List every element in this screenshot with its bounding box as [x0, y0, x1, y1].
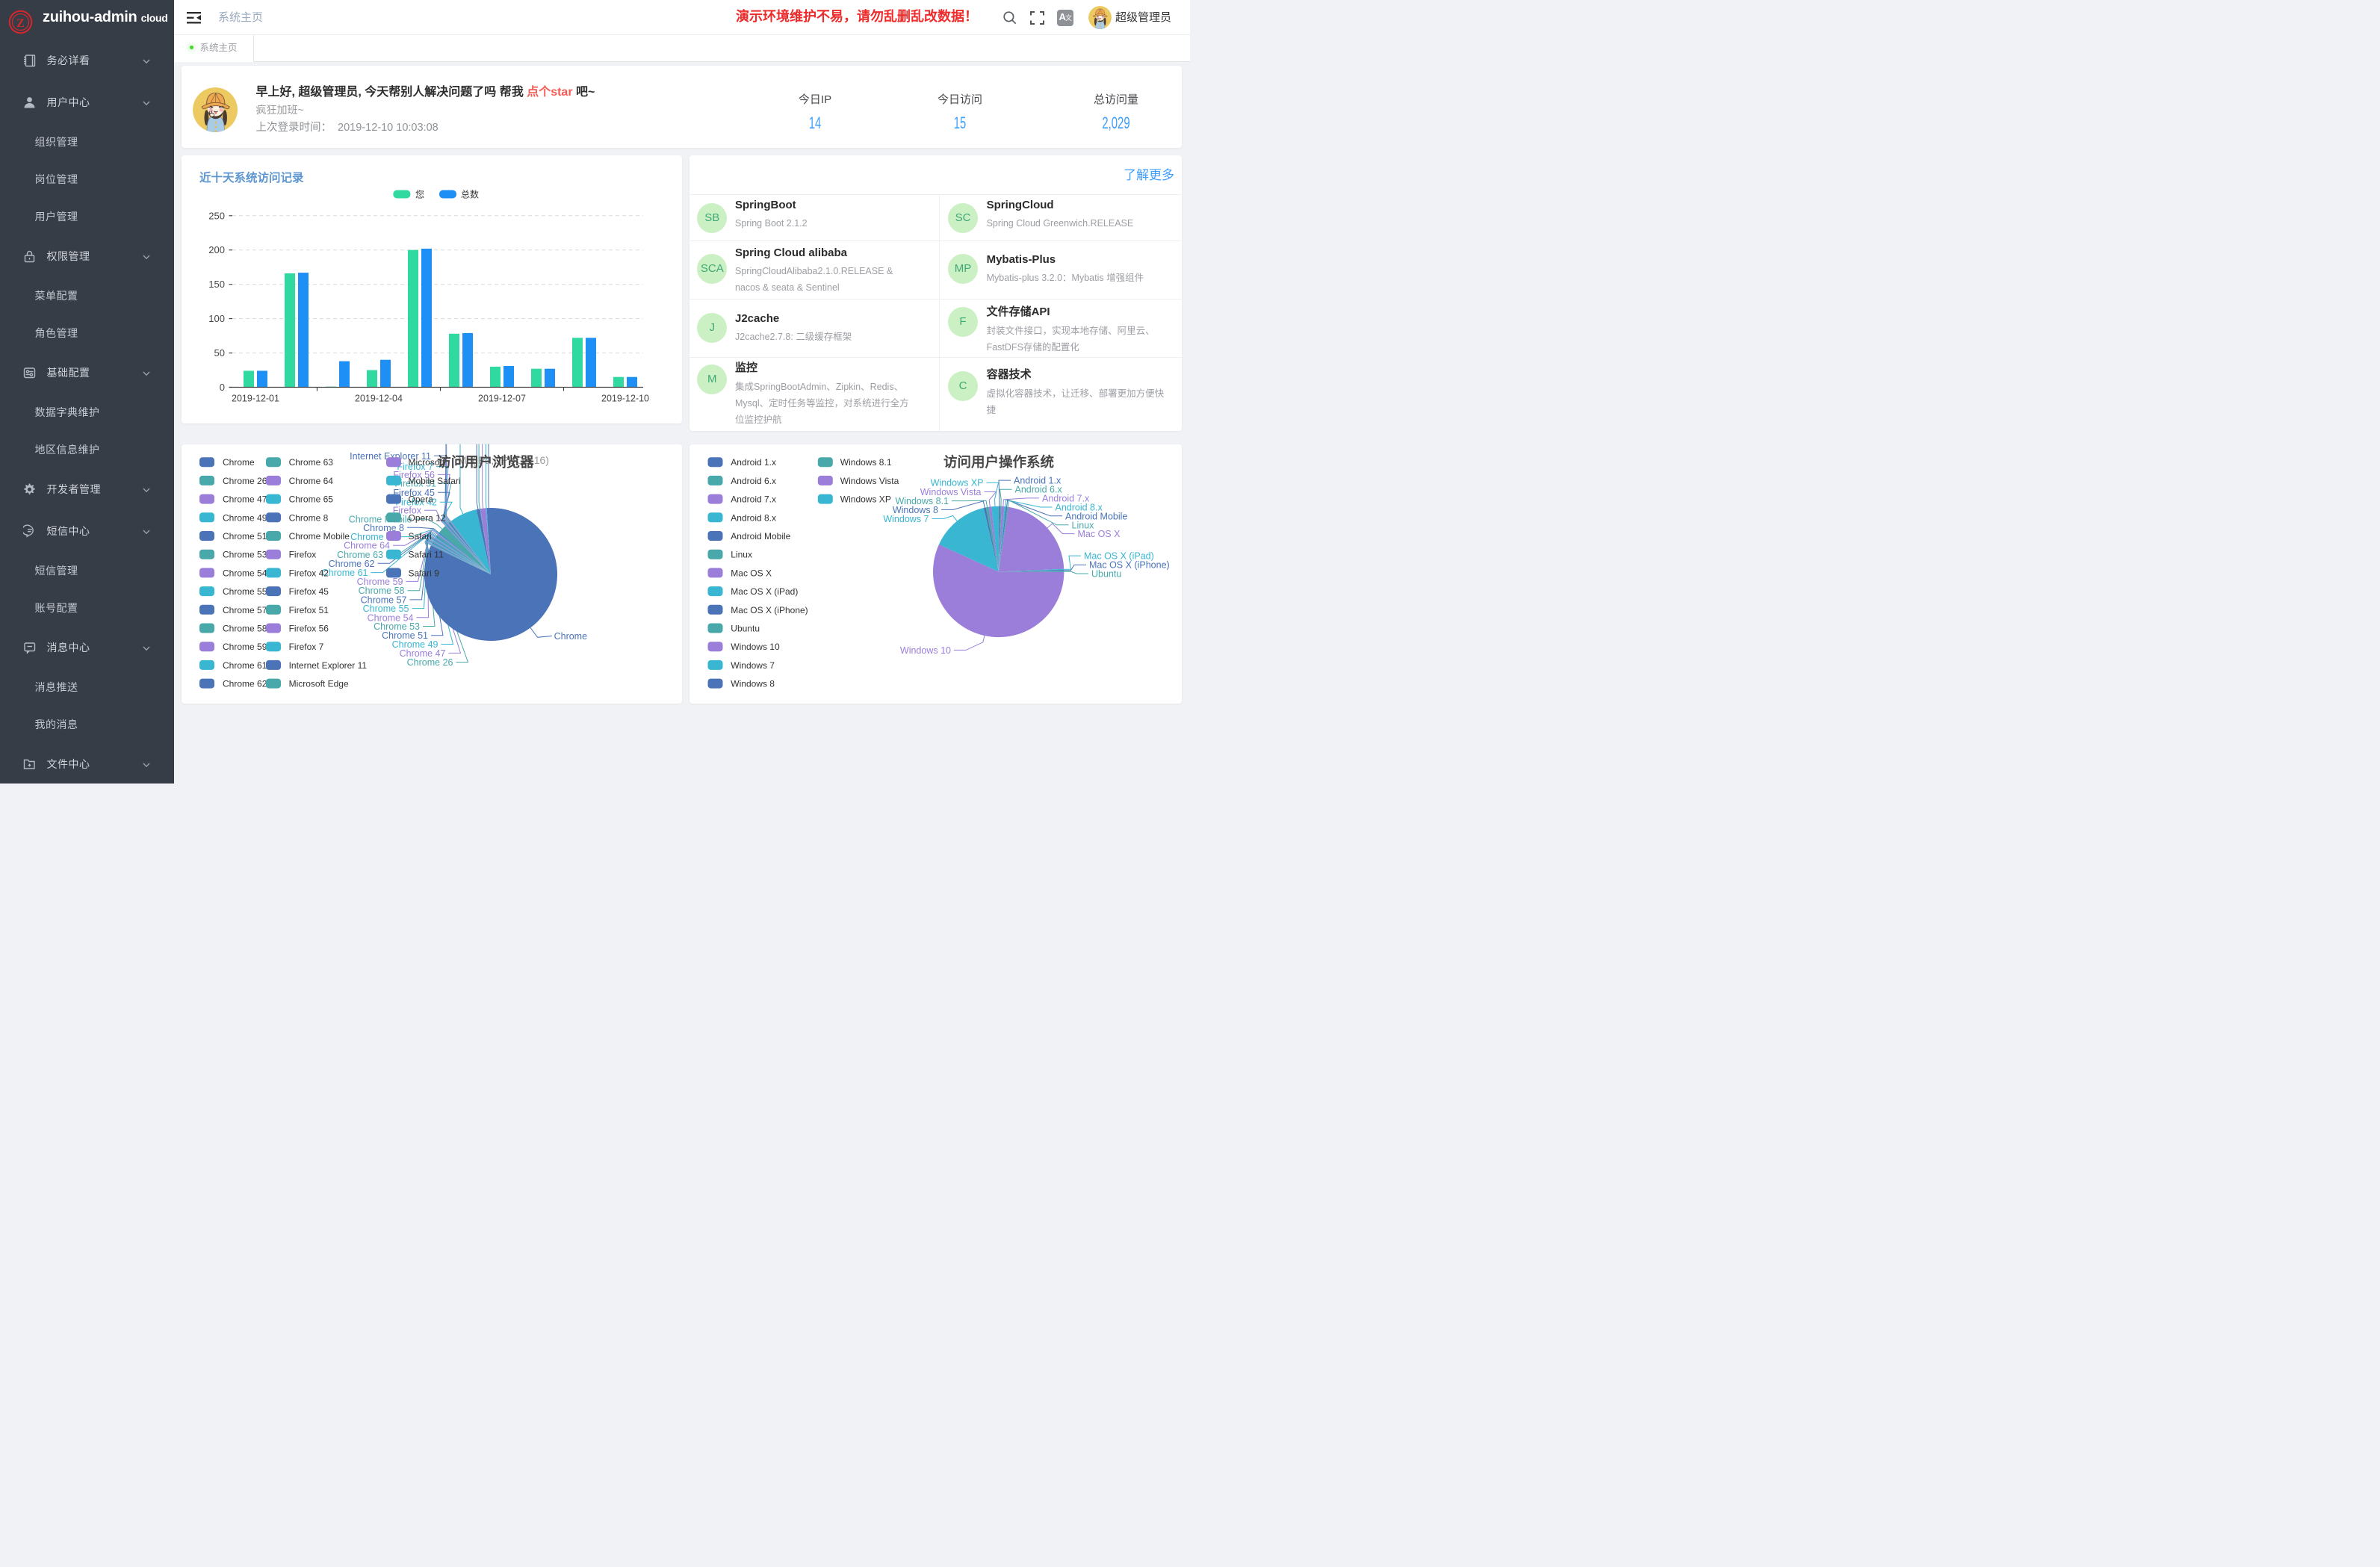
svg-text:Android 6.x: Android 6.x	[731, 476, 776, 486]
svg-text:Ubuntu: Ubuntu	[731, 624, 760, 634]
svg-text:Chrome 26: Chrome 26	[223, 476, 267, 486]
svg-text:Mac OS X (iPhone): Mac OS X (iPhone)	[731, 605, 808, 615]
svg-text:Firefox 45: Firefox 45	[289, 586, 329, 597]
svg-text:Microsoft Edge: Microsoft Edge	[289, 679, 349, 689]
svg-text:Chrome 57: Chrome 57	[223, 605, 267, 615]
svg-text:Windows 10: Windows 10	[731, 642, 780, 652]
svg-text:Chrome 26: Chrome 26	[407, 657, 453, 668]
svg-text:Firefox 42: Firefox 42	[289, 568, 329, 578]
svg-text:Chrome 54: Chrome 54	[223, 568, 267, 578]
svg-text:Chrome 51: Chrome 51	[223, 531, 267, 542]
svg-text:Windows Vista: Windows Vista	[840, 476, 899, 486]
svg-text:Chrome 47: Chrome 47	[223, 494, 267, 505]
svg-text:Safari: Safari	[409, 531, 432, 542]
svg-text:Windows 10: Windows 10	[900, 645, 951, 656]
svg-text:Opera: Opera	[409, 494, 434, 505]
svg-text:Windows 7: Windows 7	[883, 514, 929, 524]
svg-text:Chrome: Chrome	[554, 631, 588, 642]
svg-text:访问用户操作系统: 访问用户操作系统	[943, 454, 1055, 470]
svg-text:Android Mobile: Android Mobile	[731, 531, 790, 542]
svg-text:Android 7.x: Android 7.x	[731, 494, 776, 505]
svg-text:Firefox: Firefox	[289, 550, 317, 560]
svg-text:Firefox 51: Firefox 51	[289, 605, 329, 615]
svg-text:Chrome 55: Chrome 55	[223, 586, 267, 597]
svg-text:Z: Z	[16, 17, 25, 30]
svg-text:Windows 8: Windows 8	[731, 679, 775, 689]
svg-text:Chrome 62: Chrome 62	[223, 679, 267, 689]
svg-text:Chrome 59: Chrome 59	[223, 642, 267, 652]
svg-text:Linux: Linux	[731, 550, 752, 560]
svg-text:Mac OS X: Mac OS X	[731, 568, 772, 578]
svg-text:Ubuntu: Ubuntu	[1091, 569, 1121, 580]
svg-text:Safari 11: Safari 11	[409, 550, 444, 560]
svg-text:Windows 7: Windows 7	[731, 660, 775, 671]
svg-text:Mac OS X: Mac OS X	[1078, 529, 1121, 539]
svg-text:Chrome 63: Chrome 63	[289, 457, 334, 468]
svg-text:Android 8.x: Android 8.x	[731, 512, 776, 523]
svg-text:Windows XP: Windows XP	[840, 494, 891, 505]
svg-text:Opera 12: Opera 12	[409, 512, 446, 523]
svg-text:Chrome 8: Chrome 8	[289, 512, 329, 523]
svg-text:Chrome 53: Chrome 53	[223, 550, 267, 560]
svg-text:Safari 9: Safari 9	[409, 568, 440, 578]
svg-text:Chrome Mobile: Chrome Mobile	[289, 531, 350, 542]
svg-text:Firefox 7: Firefox 7	[289, 642, 324, 652]
svg-text:Internet Explorer 11: Internet Explorer 11	[289, 660, 368, 671]
svg-text:Chrome 49: Chrome 49	[223, 512, 267, 523]
svg-text:Windows 8.1: Windows 8.1	[840, 457, 892, 468]
svg-text:访问用户浏览器: 访问用户浏览器	[437, 454, 534, 470]
svg-text:Android 1.x: Android 1.x	[731, 457, 776, 468]
svg-text:Chrome: Chrome	[223, 457, 255, 468]
svg-text:Chrome 65: Chrome 65	[289, 494, 334, 505]
svg-text:Chrome 61: Chrome 61	[223, 660, 267, 671]
svg-text:Mac OS X (iPad): Mac OS X (iPad)	[731, 586, 798, 597]
svg-text:Mobile Safari: Mobile Safari	[409, 476, 461, 486]
svg-text:Firefox 56: Firefox 56	[289, 624, 329, 634]
svg-text:Chrome 58: Chrome 58	[223, 624, 267, 634]
svg-text:Chrome 64: Chrome 64	[289, 476, 334, 486]
